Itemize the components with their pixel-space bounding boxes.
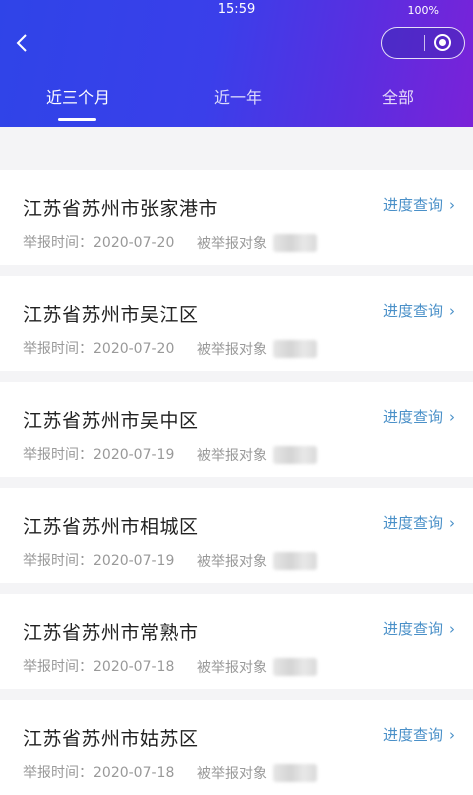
report-location: 江苏省苏州市吴中区	[23, 410, 199, 432]
report-card[interactable]: 江苏省苏州市张家港市 进度查询 › 举报时间：2020-07-20 被举报对象	[0, 170, 473, 265]
redacted-value	[273, 446, 317, 464]
report-location: 江苏省苏州市常熟市	[23, 622, 199, 644]
redacted-value	[273, 340, 317, 358]
progress-query-link[interactable]: 进度查询 ›	[383, 512, 455, 533]
tab-all[interactable]: 全部	[370, 84, 426, 124]
report-time: 举报时间：2020-07-18	[23, 765, 175, 781]
progress-query-label: 进度查询	[382, 514, 443, 532]
reported-target: 被举报对象	[197, 763, 317, 783]
chevron-right-icon: ›	[449, 195, 455, 214]
report-card[interactable]: 江苏省苏州市吴江区 进度查询 › 举报时间：2020-07-20 被举报对象	[0, 276, 473, 371]
target-icon[interactable]	[434, 34, 451, 51]
progress-query-link[interactable]: 进度查询 ›	[383, 300, 455, 321]
reported-target-label: 被举报对象	[197, 766, 267, 782]
progress-query-link[interactable]: 进度查询 ›	[383, 406, 455, 427]
progress-query-label: 进度查询	[382, 408, 443, 426]
reported-target: 被举报对象	[197, 551, 317, 571]
report-time: 举报时间：2020-07-19	[23, 447, 175, 463]
progress-query-label: 进度查询	[382, 620, 443, 638]
report-time: 举报时间：2020-07-20	[23, 235, 175, 251]
report-location: 江苏省苏州市吴江区	[23, 304, 199, 326]
report-card[interactable]: 江苏省苏州市吴中区 进度查询 › 举报时间：2020-07-19 被举报对象	[0, 382, 473, 477]
redacted-value	[273, 764, 317, 782]
chevron-right-icon: ›	[449, 407, 455, 426]
progress-query-label: 进度查询	[382, 302, 443, 320]
status-time: 15:59	[217, 2, 256, 17]
tab-one-year[interactable]: 近一年	[203, 84, 273, 124]
progress-query-link[interactable]: 进度查询 ›	[383, 724, 455, 745]
reported-target-label: 被举报对象	[197, 448, 267, 464]
reported-target-label: 被举报对象	[197, 554, 267, 570]
report-card[interactable]: 江苏省苏州市相城区 进度查询 › 举报时间：2020-07-19 被举报对象	[0, 488, 473, 583]
app-header: 15:59 100% 近三个月 近一年 全部	[0, 0, 473, 127]
chevron-right-icon: ›	[449, 725, 455, 744]
progress-query-link[interactable]: 进度查询 ›	[383, 618, 455, 639]
progress-query-label: 进度查询	[382, 196, 443, 214]
mini-program-capsule	[381, 27, 465, 59]
redacted-value	[273, 234, 317, 252]
report-card[interactable]: 江苏省苏州市姑苏区 进度查询 › 举报时间：2020-07-18 被举报对象	[0, 700, 473, 795]
active-tab-indicator	[58, 118, 96, 121]
chevron-left-icon	[16, 34, 27, 52]
capsule-divider	[424, 35, 425, 51]
reported-target: 被举报对象	[197, 657, 317, 677]
chevron-right-icon: ›	[449, 513, 455, 532]
report-time: 举报时间：2020-07-20	[23, 341, 175, 357]
report-location: 江苏省苏州市张家港市	[23, 198, 219, 220]
report-card[interactable]: 江苏省苏州市常熟市 进度查询 › 举报时间：2020-07-18 被举报对象	[0, 594, 473, 689]
chevron-right-icon: ›	[449, 619, 455, 638]
report-location: 江苏省苏州市姑苏区	[23, 728, 199, 750]
reported-target-label: 被举报对象	[197, 660, 267, 676]
reported-target-label: 被举报对象	[197, 342, 267, 358]
report-location: 江苏省苏州市相城区	[23, 516, 199, 538]
reported-target: 被举报对象	[197, 339, 317, 359]
back-button[interactable]	[10, 30, 34, 56]
status-battery: 100%	[407, 4, 439, 17]
redacted-value	[273, 658, 317, 676]
reported-target: 被举报对象	[197, 233, 317, 253]
more-button[interactable]	[382, 28, 424, 57]
reported-target-label: 被举报对象	[197, 236, 267, 252]
report-time: 举报时间：2020-07-18	[23, 659, 175, 675]
progress-query-label: 进度查询	[382, 726, 443, 744]
redacted-value	[273, 552, 317, 570]
chevron-right-icon: ›	[449, 301, 455, 320]
progress-query-link[interactable]: 进度查询 ›	[383, 194, 455, 215]
report-time: 举报时间：2020-07-19	[23, 553, 175, 569]
reported-target: 被举报对象	[197, 445, 317, 465]
